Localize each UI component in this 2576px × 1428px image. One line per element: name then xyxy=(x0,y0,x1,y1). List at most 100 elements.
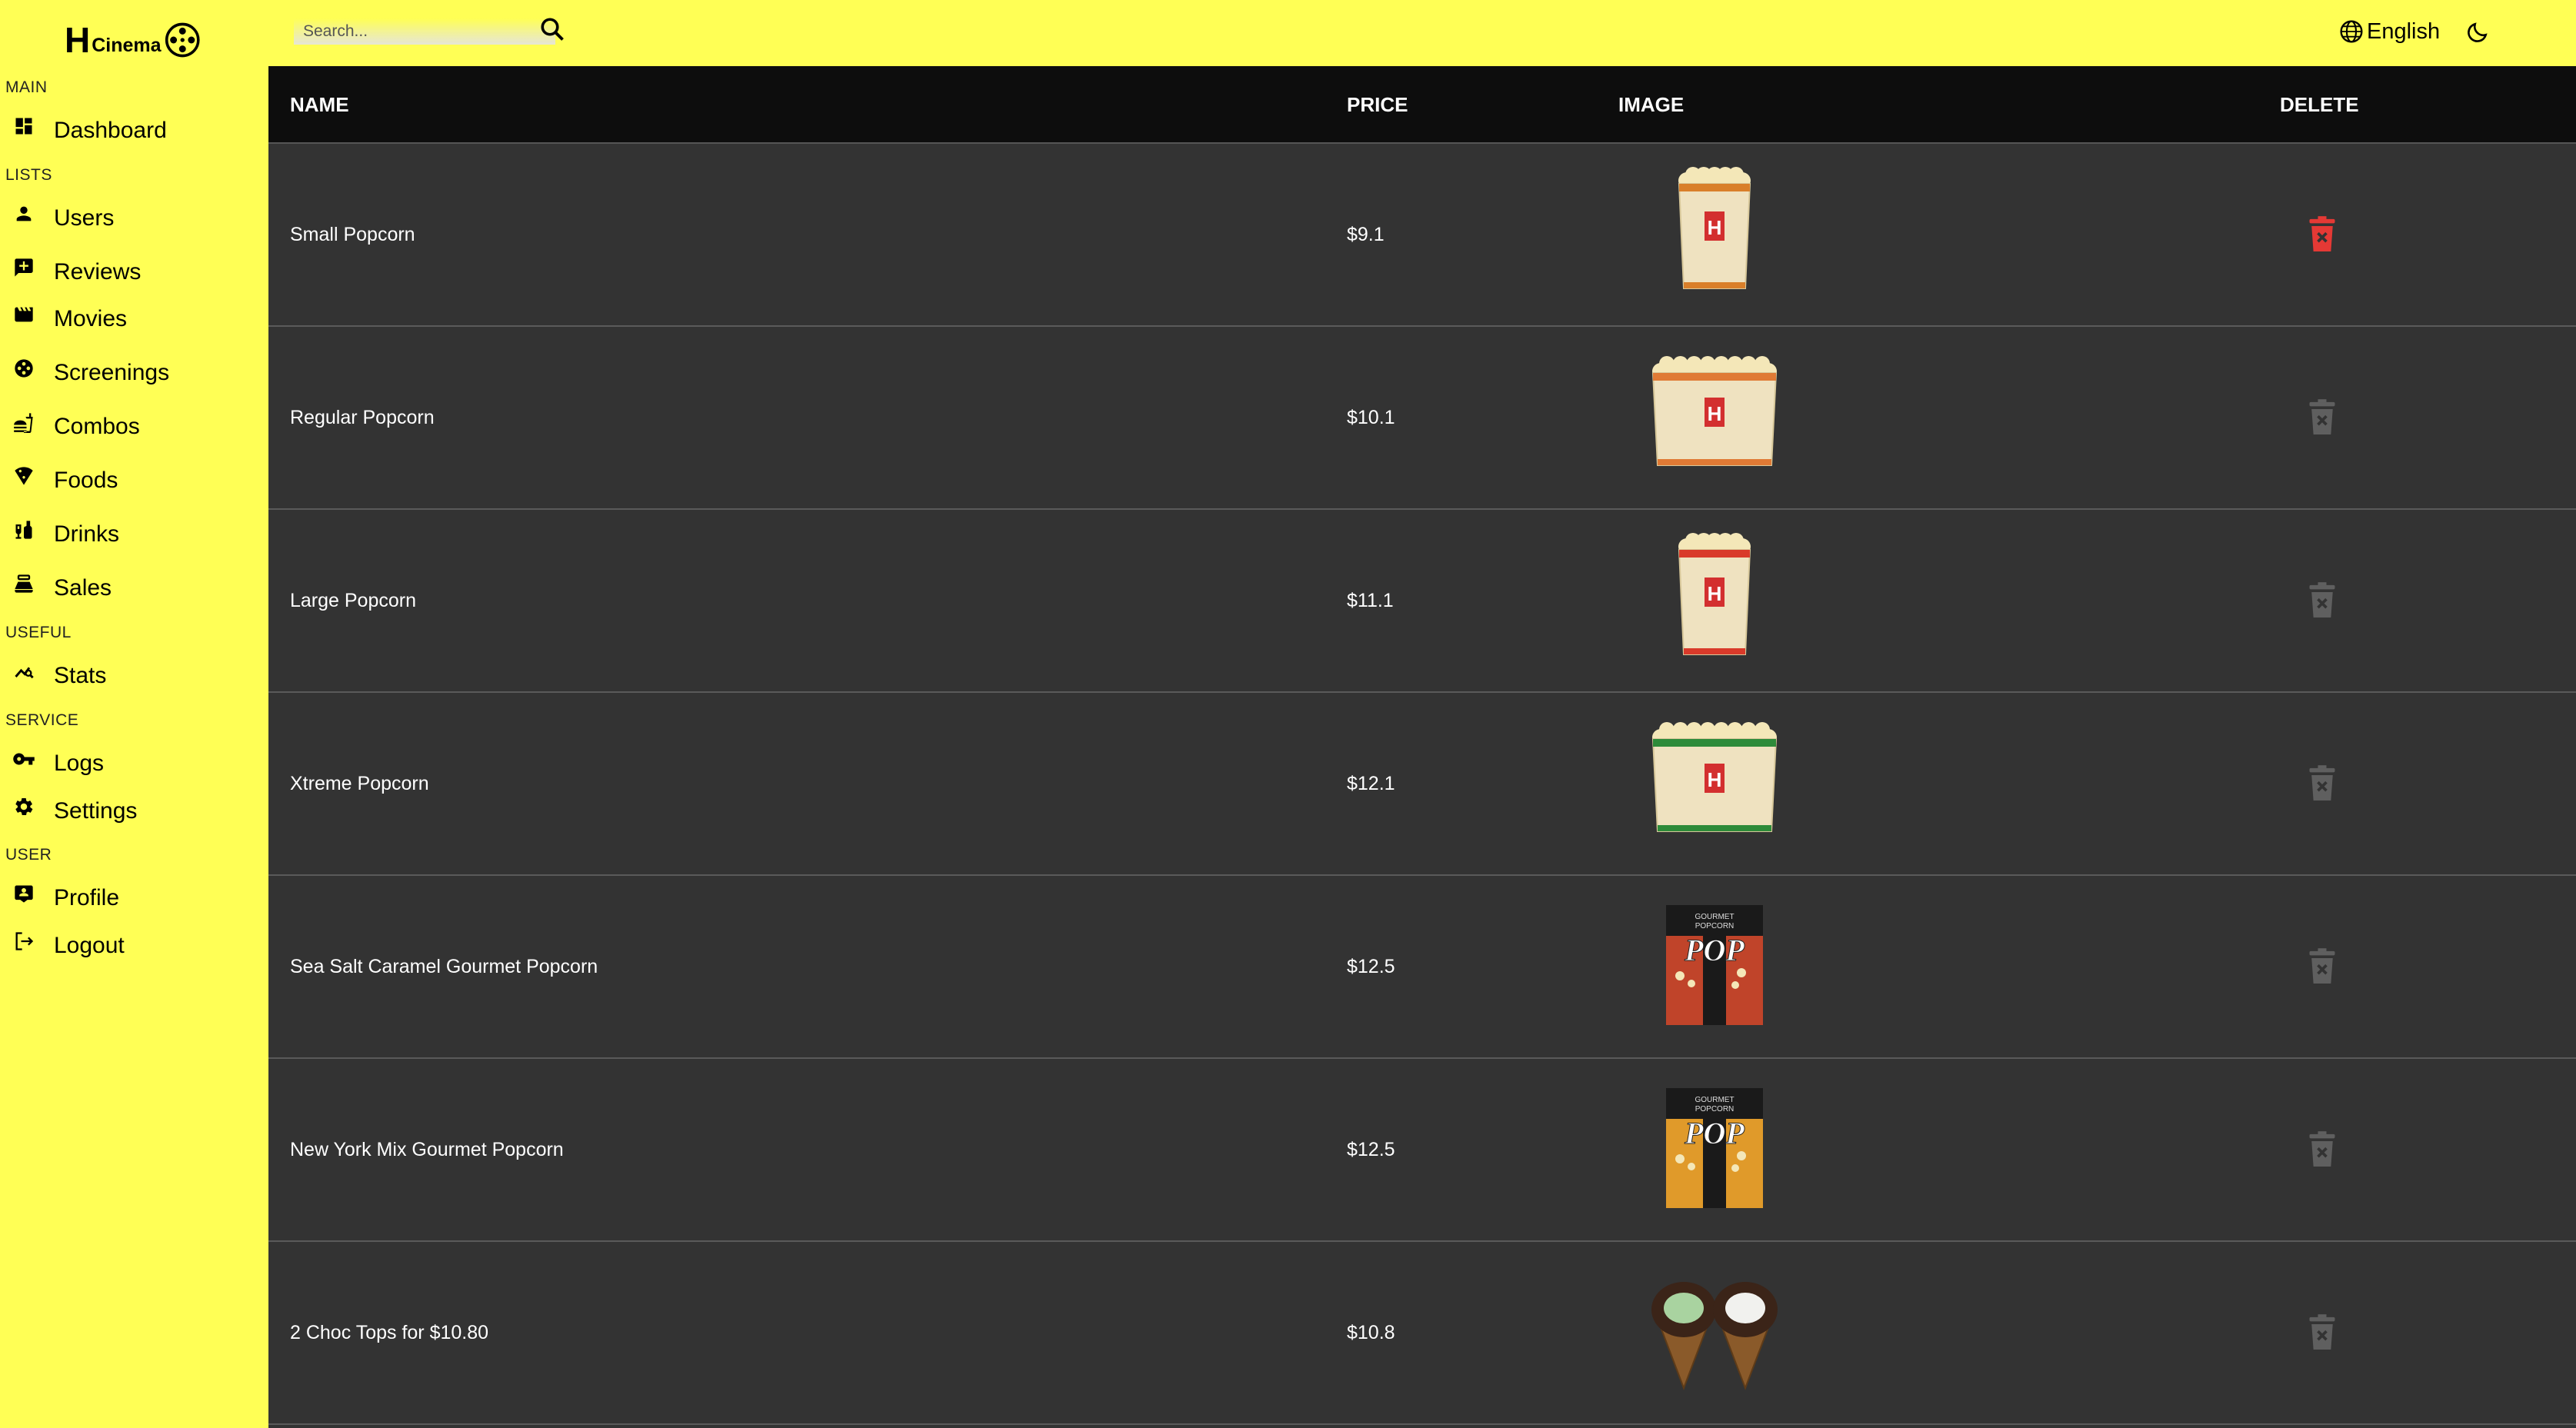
delete-forever-icon xyxy=(2309,399,2335,434)
logo-text: Cinema xyxy=(92,34,162,56)
sidebar-item-sales[interactable]: Sales xyxy=(11,569,112,607)
svg-text:POP: POP xyxy=(1684,1116,1745,1150)
film-reel-icon xyxy=(165,22,200,58)
choc-tops-image xyxy=(1651,1282,1778,1390)
table-row[interactable]: Large Popcorn $11.1 H xyxy=(268,510,2576,693)
section-lists: LISTS xyxy=(5,166,52,184)
header-price[interactable]: PRICE xyxy=(1347,66,1408,143)
delete-button[interactable] xyxy=(2291,1242,2353,1423)
sidebar-item-label: Sales xyxy=(54,575,112,601)
table-row[interactable]: Regular Popcorn $10.1 H xyxy=(268,327,2576,510)
food-image: GOURMET POPCORN POP xyxy=(1638,1082,1791,1213)
pizza-icon xyxy=(11,463,37,489)
language-selector[interactable]: English xyxy=(2339,15,2440,48)
key-icon xyxy=(11,746,37,772)
table-header: NAME PRICE IMAGE DELETE xyxy=(268,66,2576,144)
section-useful: USEFUL xyxy=(5,624,72,641)
food-name: Xtreme Popcorn xyxy=(290,772,429,794)
delete-button[interactable] xyxy=(2291,510,2353,691)
food-name: Sea Salt Caramel Gourmet Popcorn xyxy=(290,955,598,977)
food-image xyxy=(1638,1265,1791,1396)
delete-button[interactable] xyxy=(2291,144,2353,325)
table-row[interactable]: Xtreme Popcorn $12.1 H xyxy=(268,693,2576,876)
delete-button[interactable] xyxy=(2291,693,2353,874)
search-button[interactable] xyxy=(537,14,568,45)
section-service: SERVICE xyxy=(5,711,79,729)
sidebar-item-foods[interactable]: Foods xyxy=(11,461,118,500)
sidebar-item-label: Settings xyxy=(54,798,138,824)
delete-button[interactable] xyxy=(2291,876,2353,1057)
section-user: USER xyxy=(5,846,52,864)
sidebar-item-profile[interactable]: Profile xyxy=(11,879,119,917)
section-main: MAIN xyxy=(5,78,48,96)
popcorn-box-image: H xyxy=(1651,356,1778,466)
delete-forever-icon xyxy=(2309,582,2335,617)
sidebar-item-logs[interactable]: Logs xyxy=(11,744,104,783)
header-delete[interactable]: DELETE xyxy=(2280,66,2359,143)
delete-forever-icon xyxy=(2309,216,2335,251)
food-name: Large Popcorn xyxy=(290,589,417,611)
reel-icon xyxy=(11,355,37,381)
sidebar-item-logout[interactable]: Logout xyxy=(11,927,125,965)
header-name[interactable]: NAME xyxy=(290,66,349,143)
sidebar-item-label: Drinks xyxy=(54,521,120,547)
settings-gears-icon xyxy=(11,794,37,820)
search-icon xyxy=(541,18,564,41)
box-label: H xyxy=(1708,216,1722,239)
theme-toggle-button[interactable] xyxy=(2462,17,2493,48)
header-image[interactable]: IMAGE xyxy=(1618,66,1684,143)
sidebar-item-movies[interactable]: Movies xyxy=(11,300,127,338)
gourmet-box-image: GOURMET POPCORN POP xyxy=(1666,1088,1763,1208)
sidebar-item-stats[interactable]: Stats xyxy=(11,657,106,695)
delete-forever-icon xyxy=(2309,765,2335,801)
movie-icon xyxy=(11,301,37,328)
sidebar-item-users[interactable]: Users xyxy=(11,199,114,238)
svg-text:POP: POP xyxy=(1684,933,1745,967)
food-price: $11.1 xyxy=(1347,589,1394,611)
food-name: Small Popcorn xyxy=(290,223,415,245)
table-row[interactable]: 2 Choc Tops for $10.80 $10.8 xyxy=(268,1242,2576,1425)
food-price: $12.5 xyxy=(1347,955,1395,977)
food-name: 2 Choc Tops for $10.80 xyxy=(290,1321,489,1343)
table-row[interactable]: Sea Salt Caramel Gourmet Popcorn $12.5 G… xyxy=(268,876,2576,1059)
sidebar-item-label: Screenings xyxy=(54,360,170,385)
sidebar-item-settings[interactable]: Settings xyxy=(11,792,137,831)
food-price: $9.1 xyxy=(1347,223,1385,245)
box-label: H xyxy=(1708,768,1722,791)
svg-text:POPCORN: POPCORN xyxy=(1695,1105,1735,1113)
food-price: $10.8 xyxy=(1347,1321,1395,1343)
sidebar-item-combos[interactable]: Combos xyxy=(11,408,140,446)
popcorn-box-image: H xyxy=(1678,533,1751,655)
sidebar-item-screenings[interactable]: Screenings xyxy=(11,354,169,392)
delete-forever-icon xyxy=(2309,1314,2335,1350)
liquor-icon xyxy=(11,517,37,543)
box-label: H xyxy=(1708,402,1722,425)
delete-button[interactable] xyxy=(2291,327,2353,508)
food-name: New York Mix Gourmet Popcorn xyxy=(290,1138,564,1160)
app-logo[interactable]: H Cinema xyxy=(65,18,200,62)
sidebar-item-label: Logs xyxy=(54,751,105,776)
svg-text:GOURMET: GOURMET xyxy=(1695,913,1734,921)
point-of-sale-icon xyxy=(11,571,37,597)
delete-forever-icon xyxy=(2309,1131,2335,1167)
search-input[interactable] xyxy=(294,18,555,45)
food-price: $12.5 xyxy=(1347,1138,1395,1160)
sidebar-item-label: Stats xyxy=(54,663,107,688)
sidebar-item-reviews[interactable]: Reviews xyxy=(11,253,141,291)
svg-text:POPCORN: POPCORN xyxy=(1695,922,1735,930)
fastfood-icon xyxy=(11,409,37,435)
table-row[interactable]: New York Mix Gourmet Popcorn $12.5 GOURM… xyxy=(268,1059,2576,1242)
food-name: Regular Popcorn xyxy=(290,406,435,428)
sidebar-item-drinks[interactable]: Drinks xyxy=(11,515,119,554)
logout-icon xyxy=(11,928,37,954)
dashboard-icon xyxy=(11,113,37,139)
food-image: H xyxy=(1638,533,1791,664)
account-box-icon xyxy=(11,880,37,907)
table-row[interactable]: Small Popcorn $9.1 H xyxy=(268,144,2576,327)
language-label: English xyxy=(2367,18,2441,44)
delete-button[interactable] xyxy=(2291,1059,2353,1240)
sidebar-item-label: Foods xyxy=(54,468,118,493)
sidebar-item-dashboard[interactable]: Dashboard xyxy=(11,112,167,150)
box-label: H xyxy=(1708,582,1722,605)
delete-forever-icon xyxy=(2309,948,2335,984)
